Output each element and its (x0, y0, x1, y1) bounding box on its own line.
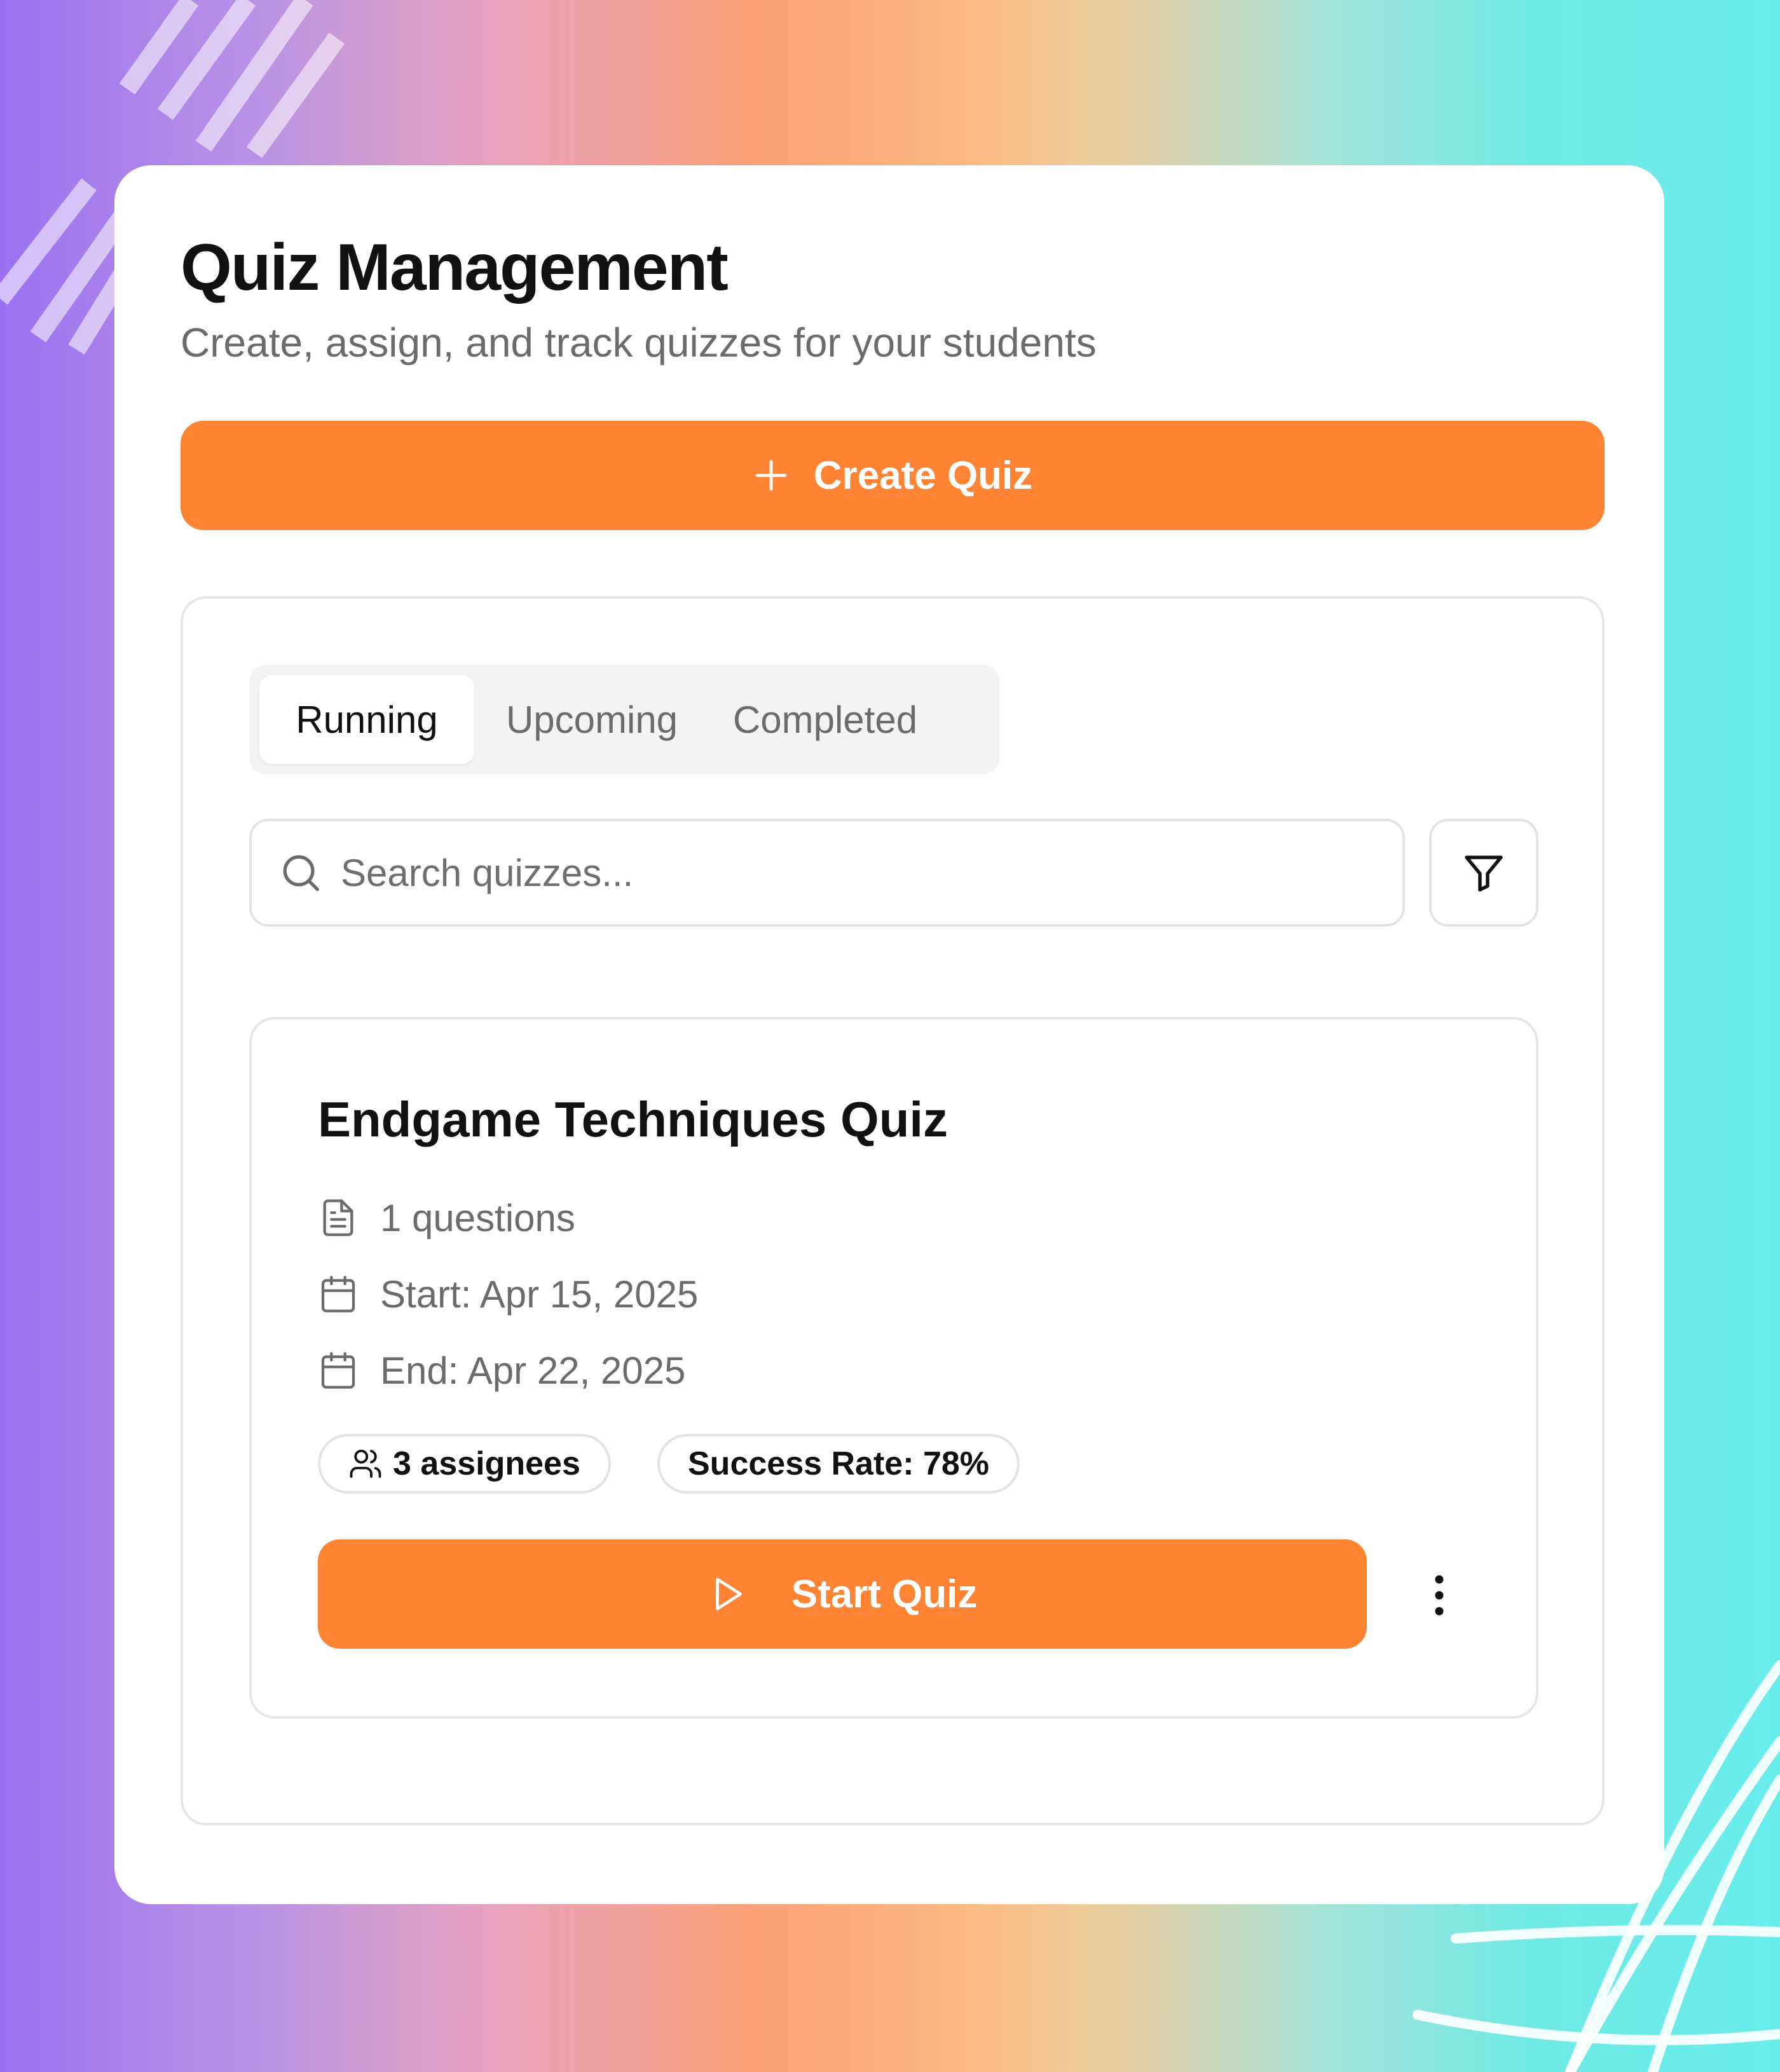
search-icon (278, 850, 323, 895)
more-options-button[interactable] (1401, 1557, 1477, 1633)
create-quiz-label: Create Quiz (813, 453, 1033, 498)
more-vertical-icon (1432, 1573, 1447, 1618)
quiz-questions-row: 1 questions (318, 1192, 575, 1243)
tab-upcoming[interactable]: Upcoming (484, 675, 699, 764)
quiz-card: Endgame Techniques Quiz 1 questions Star… (249, 1017, 1538, 1719)
assignees-badge: 3 assignees (318, 1434, 611, 1494)
quiz-management-panel: Quiz Management Create, assign, and trac… (114, 165, 1664, 1904)
assignees-count: 3 assignees (393, 1445, 580, 1482)
success-rate-badge: Success Rate: 78% (657, 1434, 1020, 1494)
calendar-icon (318, 1350, 359, 1391)
file-text-icon (318, 1197, 359, 1238)
filter-icon (1461, 850, 1507, 896)
tab-completed[interactable]: Completed (704, 675, 946, 764)
plus-icon (753, 457, 790, 494)
start-quiz-label: Start Quiz (791, 1572, 978, 1616)
quiz-end-date: End: Apr 22, 2025 (380, 1349, 686, 1392)
quiz-start-row: Start: Apr 15, 2025 (318, 1269, 698, 1319)
filter-button[interactable] (1429, 819, 1538, 927)
users-icon (348, 1447, 383, 1481)
quiz-questions: 1 questions (380, 1196, 575, 1239)
search-box (249, 819, 1405, 927)
start-quiz-button[interactable]: Start Quiz (318, 1539, 1367, 1649)
create-quiz-button[interactable]: Create Quiz (181, 421, 1605, 530)
quiz-start-date: Start: Apr 15, 2025 (380, 1272, 699, 1316)
play-icon (708, 1574, 747, 1614)
quiz-title: Endgame Techniques Quiz (318, 1091, 948, 1147)
calendar-icon (318, 1274, 359, 1314)
page-title: Quiz Management (181, 231, 729, 304)
success-rate: Success Rate: 78% (688, 1445, 990, 1482)
status-tabs: Running Upcoming Completed (249, 665, 999, 774)
tab-running[interactable]: Running (259, 675, 474, 764)
page-subtitle: Create, assign, and track quizzes for yo… (181, 320, 1097, 365)
quiz-list-card: Running Upcoming Completed Endgame Techn… (181, 596, 1605, 1825)
quiz-end-row: End: Apr 22, 2025 (318, 1345, 685, 1396)
search-input[interactable] (339, 850, 1359, 896)
